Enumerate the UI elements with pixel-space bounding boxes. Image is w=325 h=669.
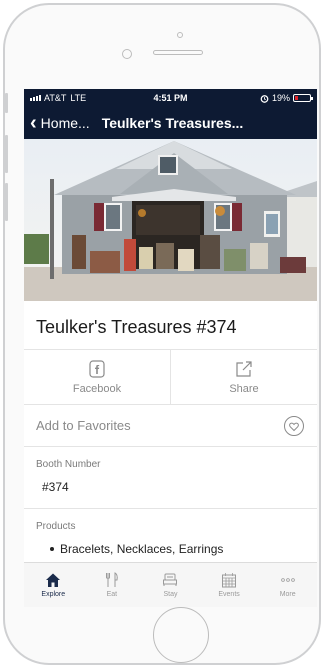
- add-to-favorites-row[interactable]: Add to Favorites: [24, 405, 317, 447]
- tab-bar: Explore Eat Stay Events More: [24, 562, 317, 607]
- vendor-photo: [24, 139, 317, 301]
- back-button[interactable]: ‹ Home...: [30, 113, 90, 133]
- tab-label: More: [279, 591, 296, 598]
- battery-icon: [293, 94, 313, 102]
- volume-up-button: [5, 135, 8, 173]
- share-label: Share: [229, 383, 259, 395]
- tab-events[interactable]: Events: [200, 563, 259, 607]
- app-screen: AT&T LTE 4:51 PM 19% ‹ Home... Teulker's…: [24, 89, 317, 607]
- list-item: Bracelets, Necklaces, Earrings: [50, 542, 305, 556]
- utensils-icon: [105, 572, 118, 587]
- tab-label: Events: [218, 591, 240, 598]
- products-list: Bracelets, Necklaces, Earrings: [24, 532, 317, 556]
- status-time: 4:51 PM: [153, 93, 188, 103]
- share-button[interactable]: Share: [170, 350, 317, 404]
- more-dots-icon: [280, 578, 295, 582]
- chevron-left-icon: ‹: [30, 112, 37, 134]
- proximity-sensor: [122, 49, 132, 59]
- tab-label: Eat: [106, 591, 118, 598]
- home-icon: [46, 573, 61, 587]
- tab-more[interactable]: More: [258, 563, 317, 607]
- vendor-title: Teulker's Treasures #374: [36, 317, 237, 337]
- action-row: Facebook Share: [24, 349, 317, 405]
- tab-label: Stay: [163, 591, 178, 598]
- tab-stay[interactable]: Stay: [141, 563, 200, 607]
- back-label: Home...: [40, 115, 90, 131]
- calendar-icon: [222, 573, 237, 588]
- navigation-bar: ‹ Home... Teulker's Treasures...: [24, 107, 317, 139]
- mute-switch: [5, 93, 8, 113]
- booth-number-label: Booth Number: [36, 459, 101, 470]
- tab-eat[interactable]: Eat: [83, 563, 142, 607]
- earpiece-speaker: [153, 50, 203, 55]
- volume-down-button: [5, 183, 8, 221]
- products-label: Products: [36, 521, 76, 532]
- facebook-label: Facebook: [72, 383, 122, 395]
- home-button[interactable]: [153, 607, 209, 663]
- tab-label: Explore: [41, 591, 66, 598]
- nav-title: Teulker's Treasures...: [101, 115, 244, 131]
- bed-icon: [163, 573, 178, 586]
- status-bar: AT&T LTE 4:51 PM 19%: [24, 89, 317, 107]
- favorites-label: Add to Favorites: [36, 418, 131, 433]
- facebook-button[interactable]: Facebook: [24, 350, 170, 404]
- share-icon: [236, 361, 252, 377]
- facebook-icon: [89, 360, 105, 378]
- front-camera: [177, 32, 183, 38]
- shed-illustration: [24, 139, 317, 301]
- booth-number-value: #374: [24, 470, 317, 509]
- tab-explore[interactable]: Explore: [24, 563, 83, 607]
- heart-icon[interactable]: [283, 415, 305, 437]
